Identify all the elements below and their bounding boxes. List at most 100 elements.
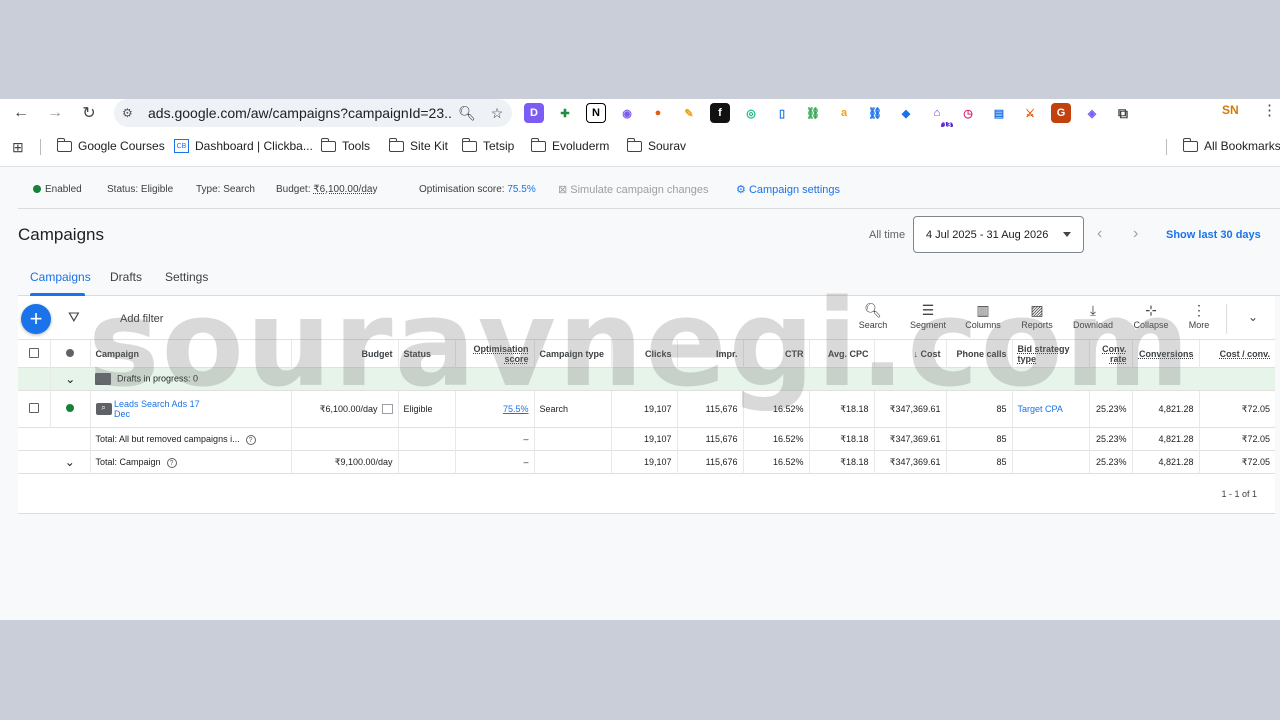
tag-icon[interactable]: ◆	[896, 103, 916, 123]
amazon-icon[interactable]: a	[834, 103, 854, 123]
help-icon[interactable]: ?	[166, 457, 177, 468]
extension-d-icon[interactable]: D	[524, 103, 544, 123]
url-text[interactable]: ads.google.com/aw/campaigns?campaignId=2…	[148, 105, 452, 121]
type-value: Search	[223, 184, 255, 195]
add-campaign-button[interactable]: +	[21, 304, 51, 334]
link-green-icon[interactable]: ⛓	[803, 103, 823, 123]
drafts-row[interactable]: ⌄ Drafts in progress: 0	[18, 367, 1275, 391]
budget-cell[interactable]: ₹6,100.00/day	[290, 390, 398, 428]
grammarly-icon[interactable]: ◎	[741, 103, 761, 123]
chevron-down-icon[interactable]: ⌄	[50, 450, 90, 474]
column-header-impr[interactable]: Impr.	[676, 339, 743, 368]
tab-campaigns[interactable]: Campaigns	[30, 270, 91, 284]
bookmark-star-icon[interactable]: ☆	[482, 105, 512, 122]
bid-strategy-cell: Target CPA	[1011, 390, 1089, 428]
link-blue-icon[interactable]: ⛓	[865, 103, 885, 123]
score-link[interactable]: 75.5%	[503, 404, 529, 414]
chevron-down-icon[interactable]: ⌄	[1248, 310, 1258, 324]
reports-icon: ▨	[1030, 302, 1044, 318]
color-picker-icon[interactable]: ✎	[679, 103, 699, 123]
zoom-icon[interactable]: 🔍︎	[452, 105, 482, 122]
campaign-settings-button[interactable]: ⚙ Campaign settings	[736, 183, 840, 196]
budget-value[interactable]: ₹6,100.00/day	[313, 184, 377, 195]
chevron-down-icon[interactable]: ⌄	[49, 367, 90, 391]
budget-summary[interactable]: Budget: ₹6,100.00/day	[276, 184, 377, 195]
column-header-campaign-type[interactable]: Campaign type	[533, 339, 611, 368]
enabled-dot-icon[interactable]	[66, 404, 74, 412]
collapse-icon: ⊹	[1145, 302, 1157, 318]
reports-tool-button[interactable]: ▨ Reports	[1014, 302, 1060, 330]
extension-scissor-icon[interactable]: ⚔	[1020, 103, 1040, 123]
bookmark-label: Google Courses	[78, 139, 165, 153]
bookmark-tools[interactable]: Tools	[320, 137, 370, 153]
bookmark-site-kit[interactable]: Site Kit	[388, 137, 448, 153]
extension-s-icon[interactable]: ●	[648, 103, 668, 123]
bookmark-google-courses[interactable]: Google Courses	[56, 137, 165, 153]
site-info-icon[interactable]: ⚙	[122, 106, 142, 120]
back-icon[interactable]: ←	[4, 99, 38, 127]
table-row[interactable]: ⌕ Leads Search Ads 17 Dec ₹6,100.00/day …	[18, 390, 1275, 428]
puzzle-icon[interactable]: ⧉	[1113, 103, 1133, 123]
add-filter-button[interactable]: Add filter	[120, 313, 163, 325]
next-period-icon[interactable]: ›	[1133, 225, 1138, 243]
search-tool-button[interactable]: 🔍︎ Search	[850, 302, 896, 330]
apps-grid-icon[interactable]: ⊞	[12, 139, 24, 156]
table-header-row: Campaign Budget Status Optimisation scor…	[18, 339, 1275, 368]
date-range-picker[interactable]: 4 Jul 2025 - 31 Aug 2026	[913, 216, 1084, 253]
column-header-campaign[interactable]: Campaign	[89, 339, 291, 368]
budget-chart-icon	[381, 404, 393, 415]
column-header-ctr[interactable]: CTR	[742, 339, 809, 368]
column-header-cost[interactable]: ↓ Cost	[873, 339, 946, 368]
bookmark-dashboard[interactable]: CB Dashboard | Clickba...	[174, 139, 313, 153]
profile-avatar[interactable]: SN	[1222, 103, 1239, 117]
extension-plus-icon[interactable]: ✚	[555, 103, 575, 123]
bid-strategy-link[interactable]: Target CPA	[1018, 404, 1063, 414]
conversions-cell: 4,821.28	[1131, 427, 1199, 451]
column-header-phone-calls[interactable]: Phone calls	[945, 339, 1012, 368]
help-icon[interactable]: ?	[245, 434, 256, 445]
column-header-avg-cpc[interactable]: Avg. CPC	[808, 339, 874, 368]
previous-period-icon[interactable]: ‹	[1097, 225, 1102, 243]
extension-wave-icon[interactable]: ◉	[617, 103, 637, 123]
address-bar[interactable]: ⚙ ads.google.com/aw/campaigns?campaignId…	[114, 99, 512, 127]
extension-diamond-icon[interactable]: ◈	[1082, 103, 1102, 123]
select-all-checkbox[interactable]	[28, 347, 39, 358]
browser-menu-icon[interactable]: ⋮	[1262, 101, 1277, 119]
tab-drafts[interactable]: Drafts	[110, 270, 142, 284]
download-tool-button[interactable]: ⤓ Download	[1070, 302, 1116, 330]
notion-icon[interactable]: N	[586, 103, 606, 123]
filter-icon[interactable]: ⛛	[68, 309, 80, 326]
campaign-name-link[interactable]: Leads Search Ads 17 Dec	[114, 399, 208, 419]
bookmark-tetsip[interactable]: Tetsip	[461, 137, 514, 153]
collapse-tool-button[interactable]: ⊹ Collapse	[1128, 302, 1174, 330]
forward-icon[interactable]: →	[38, 99, 72, 127]
bookmark-sourav[interactable]: Sourav	[626, 137, 686, 153]
column-header-cost-per-conv[interactable]: Cost / conv.	[1198, 339, 1275, 368]
score-value[interactable]: 75.5%	[507, 184, 535, 195]
document-icon[interactable]: ▯	[772, 103, 792, 123]
column-header-conversions[interactable]: Conversions	[1131, 339, 1199, 368]
column-header-conv-rate[interactable]: Conv. rate	[1088, 339, 1132, 368]
show-last-30-days-link[interactable]: Show last 30 days	[1166, 229, 1261, 241]
column-header-status[interactable]: Status	[397, 339, 455, 368]
all-bookmarks[interactable]: All Bookmarks	[1182, 137, 1280, 153]
column-header-clicks[interactable]: Clicks	[610, 339, 677, 368]
simulate-changes-button[interactable]: ⊠ Simulate campaign changes	[558, 183, 708, 196]
row-checkbox[interactable]	[28, 403, 39, 413]
column-header-bid-strategy[interactable]: Bid strategy type	[1011, 339, 1089, 368]
column-header-optimisation-score[interactable]: Optimisation score	[454, 339, 534, 368]
home-extension-icon[interactable]: ⌂ 13	[927, 103, 953, 129]
extension-g-icon[interactable]: G	[1051, 103, 1071, 123]
column-header-budget[interactable]: Budget	[290, 339, 398, 368]
clock-icon[interactable]: ◷	[958, 103, 978, 123]
translate-icon[interactable]: ▤	[989, 103, 1009, 123]
score-cell: 75.5%	[454, 390, 534, 428]
enabled-status[interactable]: Enabled	[33, 184, 82, 195]
bookmark-evoluderm[interactable]: Evoluderm	[530, 137, 609, 153]
segment-tool-button[interactable]: ☰ Segment	[905, 302, 951, 330]
reload-icon[interactable]: ↻	[72, 99, 106, 127]
tab-settings[interactable]: Settings	[165, 270, 208, 284]
more-tool-button[interactable]: ⋮ More	[1176, 302, 1222, 330]
font-icon[interactable]: f	[710, 103, 730, 123]
columns-tool-button[interactable]: ▥ Columns	[960, 302, 1006, 330]
